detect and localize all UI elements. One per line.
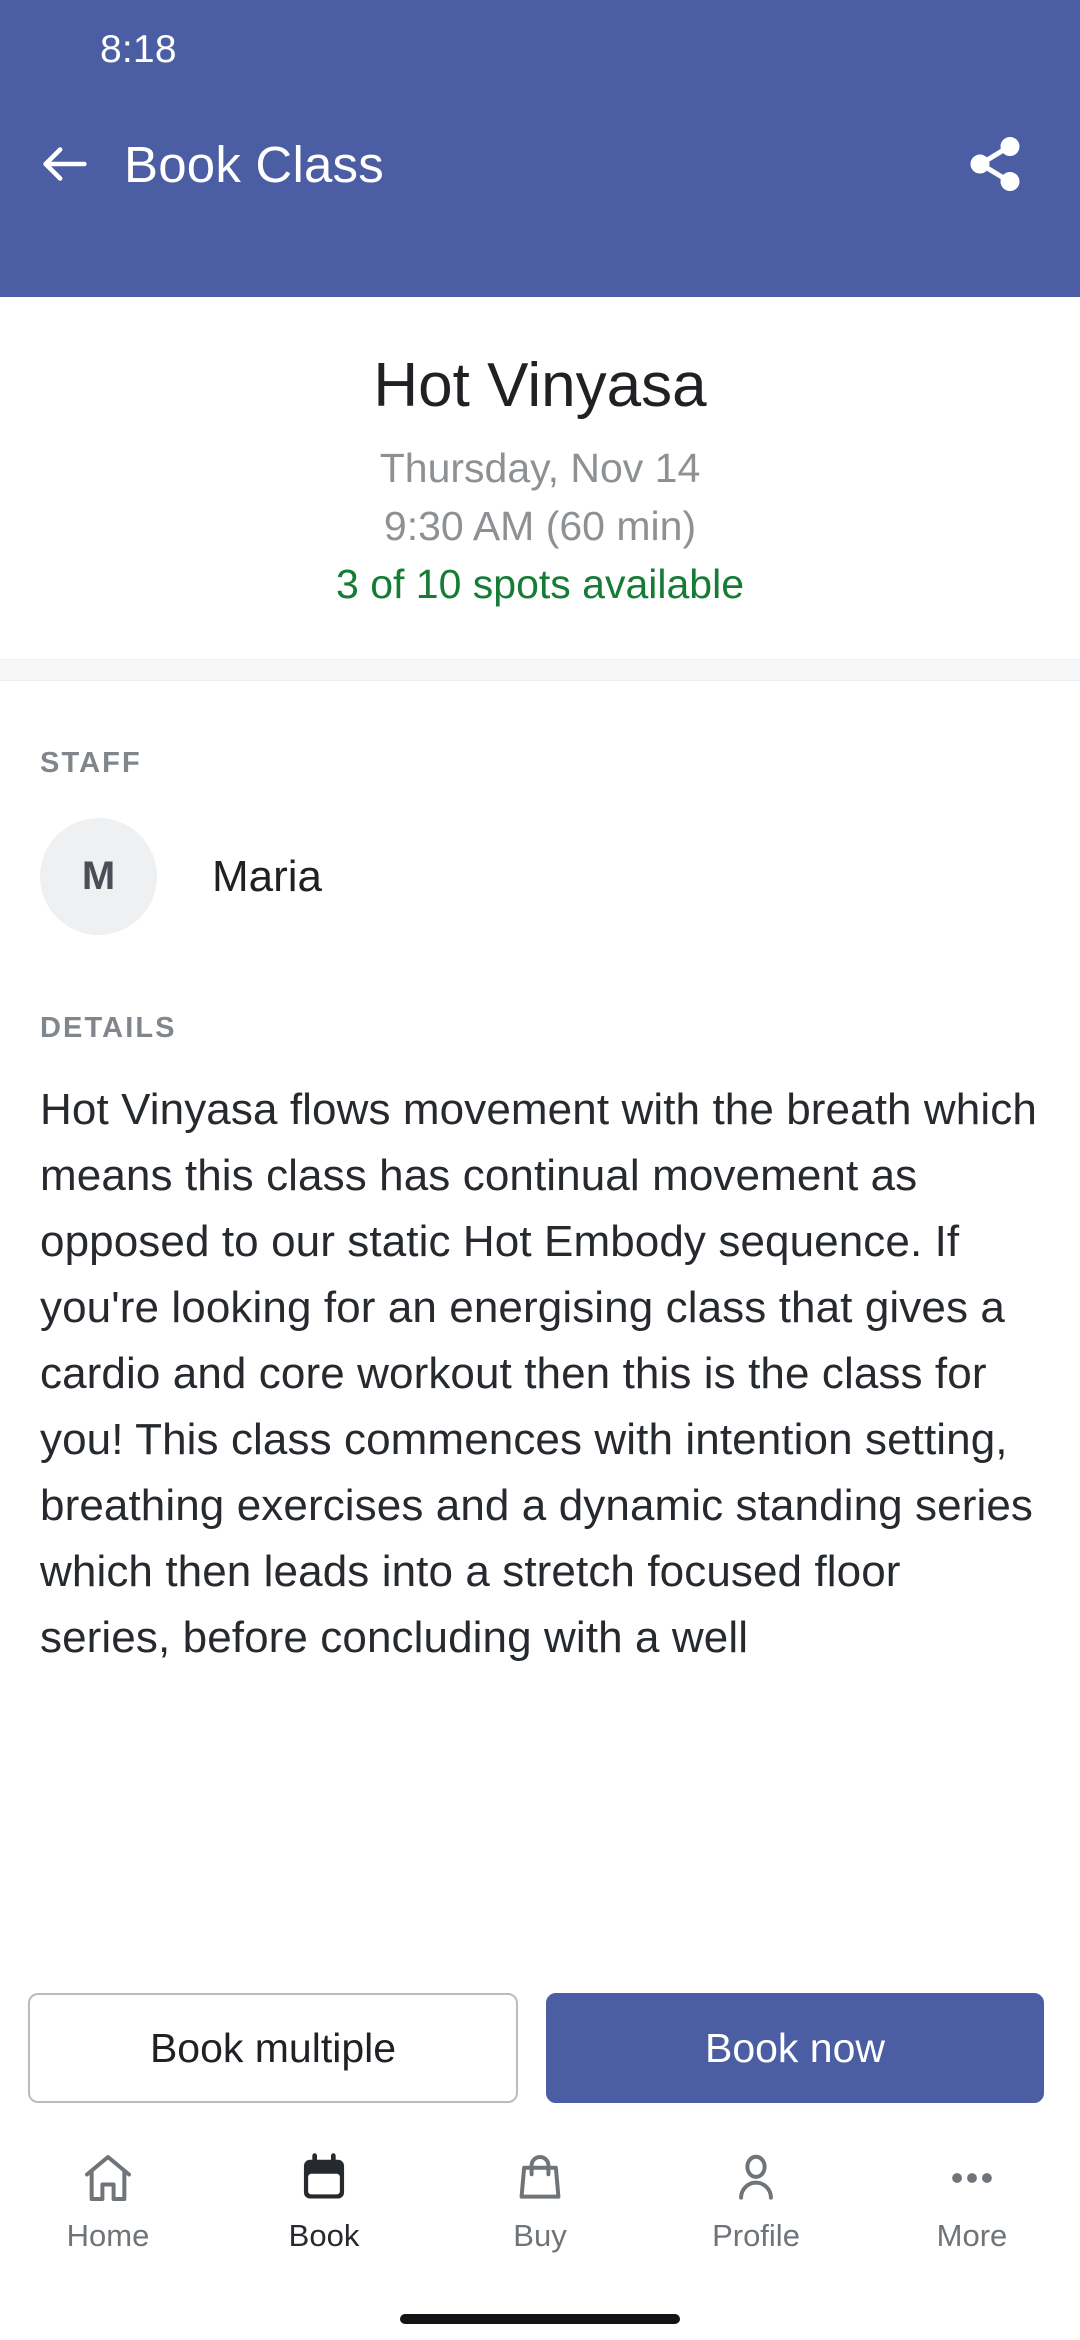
spots-available: 3 of 10 spots available xyxy=(336,561,744,608)
details-description: Hot Vinyasa flows movement with the brea… xyxy=(40,1085,1037,1663)
nav-label-more: More xyxy=(936,2218,1008,2253)
avatar: M xyxy=(40,818,157,936)
nav-label-book: Book xyxy=(288,2218,360,2253)
nav-label-buy: Buy xyxy=(513,2218,567,2253)
avatar-initial: M xyxy=(81,854,116,899)
staff-section-label: STAFF xyxy=(40,747,142,780)
content-scroll-area[interactable]: STAFF M Maria DETAILS Hot Vinyasa flows … xyxy=(0,681,1080,2125)
app-bar: 8:18 Book Class xyxy=(0,0,1080,297)
shopping-bag-icon xyxy=(509,2147,571,2209)
nav-item-home[interactable]: Home xyxy=(0,2147,216,2251)
nav-item-book[interactable]: Book xyxy=(216,2147,432,2251)
home-indicator xyxy=(400,2314,680,2324)
staff-list-item[interactable]: M Maria xyxy=(0,780,1080,936)
share-icon[interactable] xyxy=(958,127,1032,201)
nav-item-more[interactable]: More xyxy=(864,2147,1080,2251)
app-screen: 8:18 Book Class Hot Vinyasa Thursday, No… xyxy=(0,0,1080,2340)
person-icon xyxy=(725,2147,787,2209)
action-bar: Book multiple Book now xyxy=(0,1971,1080,2125)
nav-label-home: Home xyxy=(66,2218,150,2253)
section-divider xyxy=(0,659,1080,682)
status-bar-clock: 8:18 xyxy=(100,28,177,71)
class-time: 9:30 AM (60 min) xyxy=(383,502,697,549)
app-bar-row: Book Class xyxy=(0,104,1080,224)
staff-name: Maria xyxy=(212,851,323,901)
more-horizontal-icon xyxy=(941,2147,1003,2209)
book-multiple-button[interactable]: Book multiple xyxy=(28,1993,518,2103)
calendar-icon xyxy=(293,2147,355,2209)
arrow-left-icon[interactable] xyxy=(30,129,100,199)
class-name: Hot Vinyasa xyxy=(373,351,707,420)
status-bar: 8:18 xyxy=(0,0,1080,100)
class-summary: Hot Vinyasa Thursday, Nov 14 9:30 AM (60… xyxy=(0,297,1080,660)
page-title: Book Class xyxy=(124,135,384,193)
class-date: Thursday, Nov 14 xyxy=(379,444,701,491)
bottom-navigation: Home Book Buy Profile More xyxy=(0,2125,1080,2340)
nav-label-profile: Profile xyxy=(712,2218,800,2253)
nav-item-profile[interactable]: Profile xyxy=(648,2147,864,2251)
home-icon xyxy=(77,2147,139,2209)
book-now-button[interactable]: Book now xyxy=(546,1993,1044,2103)
details-section-label: DETAILS xyxy=(40,1012,177,1045)
nav-item-buy[interactable]: Buy xyxy=(432,2147,648,2251)
